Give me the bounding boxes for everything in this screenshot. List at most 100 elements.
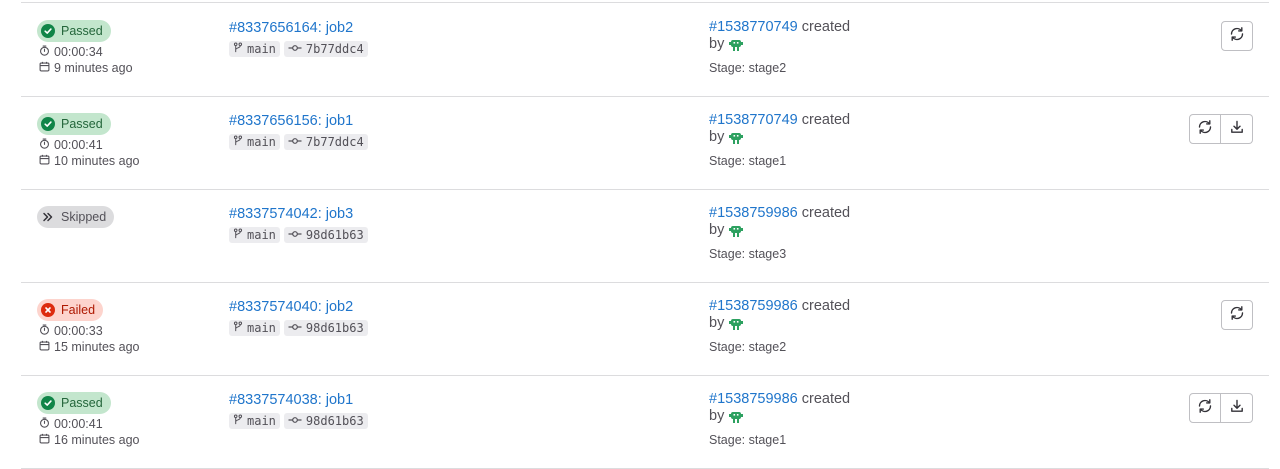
bot-avatar-icon[interactable] <box>728 223 744 239</box>
timer-icon <box>39 137 54 153</box>
pipeline-cell: #1538770749 created by Stage: stage2 <box>709 19 850 75</box>
by-text: by <box>709 222 725 238</box>
jobs-table: Passed 00:00:34 9 minutes ago #833765616… <box>0 0 1280 469</box>
retry-button[interactable] <box>1221 300 1253 330</box>
branch-name: main <box>247 414 276 428</box>
created-text: created <box>801 298 851 314</box>
duration-text: 00:00:34 <box>54 45 103 59</box>
by-text: by <box>709 129 725 145</box>
commit-sha: 98d61b63 <box>305 414 364 428</box>
branch-name: main <box>247 321 276 335</box>
job-link[interactable]: #8337574040: job2 <box>229 298 368 316</box>
check-circle-icon <box>41 24 55 38</box>
job-link[interactable]: #8337574038: job1 <box>229 391 368 409</box>
status-cell: Passed 00:00:41 16 minutes ago <box>37 392 139 448</box>
branch-icon <box>233 228 247 242</box>
branch-ref[interactable]: main <box>229 134 280 150</box>
calendar-icon <box>39 432 54 448</box>
by-text: by <box>709 315 725 331</box>
job-link[interactable]: #8337656156: job1 <box>229 112 368 130</box>
retry-icon <box>1197 398 1213 419</box>
stage-text: Stage: stage3 <box>709 247 787 261</box>
branch-ref[interactable]: main <box>229 320 280 336</box>
pipeline-link[interactable]: #1538759986 <box>709 205 798 221</box>
branch-ref[interactable]: main <box>229 227 280 243</box>
table-row: Passed 00:00:41 10 minutes ago #83376561… <box>21 96 1269 190</box>
retry-button[interactable] <box>1221 21 1253 51</box>
status-label: Passed <box>61 396 103 410</box>
status-label: Failed <box>61 303 96 317</box>
job-cell: #8337656156: job1 main 7b77ddc4 <box>229 112 368 150</box>
finished-at: 16 minutes ago <box>39 432 139 448</box>
duration: 00:00:41 <box>39 137 139 153</box>
retry-button[interactable] <box>1189 114 1221 144</box>
job-link[interactable]: #8337574042: job3 <box>229 205 368 223</box>
pipeline-link[interactable]: #1538770749 <box>709 19 798 35</box>
branch-name: main <box>247 135 276 149</box>
job-cell: #8337574042: job3 main 98d61b63 <box>229 205 368 243</box>
commit-sha: 98d61b63 <box>305 321 364 335</box>
table-row: Passed 00:00:41 16 minutes ago #83375740… <box>21 375 1269 469</box>
retry-icon <box>1229 26 1245 47</box>
status-label: Passed <box>61 24 103 38</box>
pipeline-link[interactable]: #1538759986 <box>709 391 798 407</box>
status-badge[interactable]: Skipped <box>37 206 115 228</box>
job-cell: #8337574038: job1 main 98d61b63 <box>229 391 368 429</box>
bot-avatar-icon[interactable] <box>728 316 744 332</box>
duration: 00:00:41 <box>39 416 139 432</box>
commit-ref[interactable]: 7b77ddc4 <box>283 134 368 150</box>
branch-ref[interactable]: main <box>229 41 280 57</box>
commit-ref[interactable]: 7b77ddc4 <box>283 41 368 57</box>
commit-ref[interactable]: 98d61b63 <box>283 320 368 336</box>
commit-icon <box>288 228 306 242</box>
pipeline-cell: #1538759986 created by Stage: stage2 <box>709 298 850 354</box>
finished-at: 10 minutes ago <box>39 153 139 169</box>
created-text: created <box>801 205 851 221</box>
table-row: Failed 00:00:33 15 minutes ago #83375740… <box>21 282 1269 376</box>
retry-button[interactable] <box>1189 393 1221 423</box>
status-badge[interactable]: Passed <box>37 113 111 135</box>
pipeline-cell: #1538759986 created by Stage: stage3 <box>709 205 850 261</box>
stage-text: Stage: stage2 <box>709 340 787 354</box>
bot-avatar-icon[interactable] <box>728 37 744 53</box>
calendar-icon <box>39 60 54 76</box>
status-cell: Skipped <box>37 206 115 228</box>
download-artifacts-button[interactable] <box>1221 393 1253 423</box>
bot-avatar-icon[interactable] <box>728 130 744 146</box>
timer-icon <box>39 416 54 432</box>
stage-text: Stage: stage1 <box>709 433 787 447</box>
job-cell: #8337574040: job2 main 98d61b63 <box>229 298 368 336</box>
duration-text: 00:00:41 <box>54 417 103 431</box>
duration: 00:00:33 <box>39 323 139 339</box>
finished-text: 9 minutes ago <box>54 61 133 75</box>
status-badge[interactable]: Passed <box>37 20 111 42</box>
status-cell: Passed 00:00:41 10 minutes ago <box>37 113 139 169</box>
job-link[interactable]: #8337656164: job2 <box>229 19 368 37</box>
commit-ref[interactable]: 98d61b63 <box>283 413 368 429</box>
commit-ref[interactable]: 98d61b63 <box>283 227 368 243</box>
branch-icon <box>233 135 247 149</box>
pipeline-link[interactable]: #1538759986 <box>709 298 798 314</box>
branch-icon <box>233 321 247 335</box>
bot-avatar-icon[interactable] <box>728 409 744 425</box>
by-text: by <box>709 408 725 424</box>
status-label: Skipped <box>61 210 107 224</box>
download-artifacts-button[interactable] <box>1221 114 1253 144</box>
commit-sha: 7b77ddc4 <box>305 135 364 149</box>
stage-text: Stage: stage2 <box>709 61 787 75</box>
branch-ref[interactable]: main <box>229 413 280 429</box>
calendar-icon <box>39 153 54 169</box>
status-badge[interactable]: Passed <box>37 392 111 414</box>
created-text: created <box>801 112 851 128</box>
check-circle-icon <box>41 117 55 131</box>
download-icon <box>1230 399 1244 418</box>
commit-icon <box>288 42 306 56</box>
status-badge[interactable]: Failed <box>37 299 104 321</box>
commit-icon <box>288 135 306 149</box>
pipeline-link[interactable]: #1538770749 <box>709 112 798 128</box>
commit-icon <box>288 321 306 335</box>
table-row: Skipped #8337574042: job3 main 98d61b63 … <box>21 189 1269 283</box>
finished-at: 15 minutes ago <box>39 339 139 355</box>
job-cell: #8337656164: job2 main 7b77ddc4 <box>229 19 368 57</box>
retry-icon <box>1229 305 1245 326</box>
